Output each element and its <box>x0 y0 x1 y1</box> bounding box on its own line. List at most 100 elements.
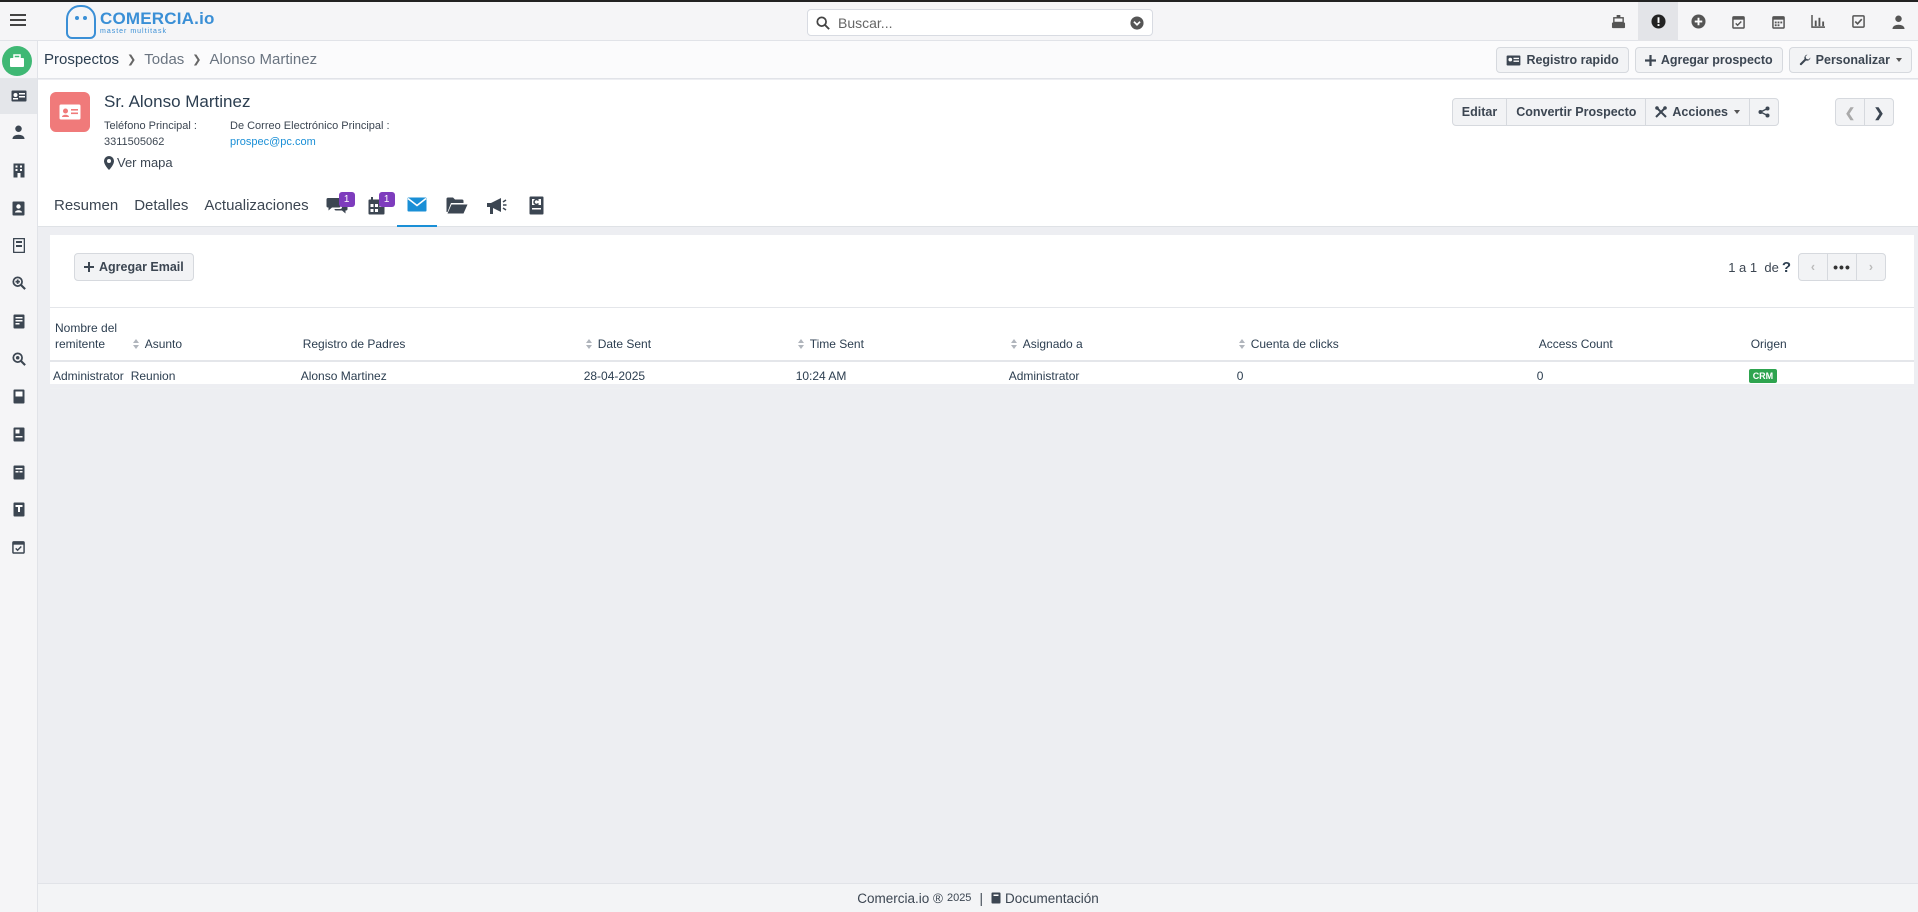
share-button[interactable] <box>1749 98 1779 126</box>
breadcrumb: Prospectos ❯ Todas ❯ Alonso Martinez <box>44 51 317 68</box>
question-icon[interactable]: ? <box>1782 259 1791 276</box>
emails-panel: Agregar Email 1 a 1 de ? ‹ ••• › Nombre … <box>50 235 1914 389</box>
actions-dropdown-button[interactable]: Acciones <box>1645 98 1750 126</box>
breadcrumb-view[interactable]: Todas <box>144 51 184 68</box>
share-icon <box>1758 106 1770 118</box>
sort-icon <box>1238 339 1246 349</box>
column-header-subject[interactable]: Asunto <box>127 318 298 362</box>
rail-orders-icon[interactable] <box>0 454 37 490</box>
search-input[interactable] <box>838 14 1130 31</box>
tab-contacts-book[interactable] <box>517 184 557 227</box>
tab-details[interactable]: Detalles <box>126 184 196 227</box>
cell-time-sent: 10:24 AM <box>792 361 1006 389</box>
origin-badge: CRM <box>1748 369 1778 383</box>
documentation-link[interactable]: Documentación <box>991 891 1099 906</box>
bar-chart-icon[interactable] <box>1798 2 1838 41</box>
quick-create-button[interactable]: Registro rapido <box>1496 47 1629 73</box>
actions-label: Acciones <box>1672 105 1728 119</box>
column-header-click-count[interactable]: Cuenta de clicks <box>1233 318 1534 362</box>
pagination-info: 1 a 1 de <box>1728 259 1779 275</box>
rail-accounts-icon[interactable] <box>0 152 37 188</box>
user-icon[interactable] <box>1878 2 1918 41</box>
rail-receipts-icon[interactable] <box>0 491 37 527</box>
column-header-parent: Registro de Padres <box>297 318 581 362</box>
cash-register-icon[interactable] <box>1598 2 1638 41</box>
table-row[interactable]: Administrator Reunion Alonso Martinez 28… <box>50 361 1914 389</box>
rail-zoom-icon[interactable] <box>0 341 37 377</box>
footer-brand: Comercia.io ® <box>857 890 943 906</box>
id-card-icon <box>1507 54 1521 66</box>
column-assigned-label: Asignado a <box>1022 337 1083 351</box>
tools-icon <box>1655 106 1668 118</box>
rail-address-book-icon[interactable] <box>0 190 37 226</box>
breadcrumb-bar: Prospectos ❯ Todas ❯ Alonso Martinez Reg… <box>38 41 1918 79</box>
cell-parent[interactable]: Alonso Martinez <box>297 361 581 389</box>
column-date-sent-label: Date Sent <box>597 337 652 351</box>
envelope-icon <box>407 197 427 212</box>
contact-book-icon <box>529 196 544 215</box>
tab-summary[interactable]: Resumen <box>38 184 126 227</box>
quick-create-label: Registro rapido <box>1526 53 1619 67</box>
tab-comments[interactable]: 1 <box>317 184 357 227</box>
calendar-check-icon[interactable] <box>1718 2 1758 41</box>
previous-record-button[interactable]: ❮ <box>1835 98 1865 126</box>
record-header: Sr. Alonso Martinez Teléfono Principal :… <box>38 80 1918 227</box>
chevron-left-icon: ❮ <box>1844 105 1856 120</box>
rail-notebook-icon[interactable] <box>0 227 37 263</box>
add-email-button[interactable]: Agregar Email <box>74 253 194 281</box>
add-email-label: Agregar Email <box>99 260 184 274</box>
rail-contacts-icon[interactable] <box>0 114 37 150</box>
tab-campaigns[interactable] <box>477 184 517 227</box>
logo-tagline: master multitask <box>100 27 167 35</box>
module-rail <box>0 41 38 912</box>
view-map-link[interactable]: Ver mapa <box>104 155 173 170</box>
rail-invoice-icon[interactable] <box>0 416 37 452</box>
next-record-button[interactable]: ❯ <box>1864 98 1894 126</box>
divider <box>50 307 1914 308</box>
rail-quotes-icon[interactable] <box>0 303 37 339</box>
rail-search-icon[interactable] <box>0 265 37 301</box>
tab-updates[interactable]: Actualizaciones <box>196 184 316 227</box>
search-icon <box>816 15 830 30</box>
cell-subject[interactable]: Reunion <box>127 361 298 389</box>
sort-icon <box>797 339 805 349</box>
previous-page-button[interactable]: ‹ <box>1798 253 1828 281</box>
rail-calendar-check-icon[interactable] <box>0 529 37 565</box>
menu-icon[interactable] <box>10 11 26 29</box>
view-map-label: Ver mapa <box>117 155 173 170</box>
rail-book-icon[interactable] <box>0 378 37 414</box>
add-prospect-button[interactable]: Agregar prospecto <box>1634 47 1783 73</box>
sort-icon <box>1010 339 1018 349</box>
caret-down-icon <box>1734 110 1740 114</box>
tab-emails[interactable] <box>396 184 437 227</box>
customize-button[interactable]: Personalizar <box>1788 47 1912 73</box>
app-switcher-icon[interactable] <box>2 46 32 76</box>
alert-icon[interactable] <box>1638 2 1678 41</box>
edit-button[interactable]: Editar <box>1451 98 1508 126</box>
next-page-button[interactable]: › <box>1856 253 1886 281</box>
logo-text: COMERCIA.io <box>100 8 215 28</box>
cell-origin: CRM <box>1745 361 1914 389</box>
tab-activities[interactable]: 1 <box>357 184 397 227</box>
more-pages-button[interactable]: ••• <box>1827 253 1857 281</box>
rail-prospects-icon[interactable] <box>0 78 37 114</box>
prospect-record-icon <box>50 92 90 132</box>
column-header-time-sent[interactable]: Time Sent <box>792 318 1006 362</box>
convert-prospect-button[interactable]: Convertir Prospecto <box>1506 98 1647 126</box>
app-logo[interactable]: COMERCIA.io master multitask <box>66 3 215 41</box>
calendar-icon[interactable] <box>1758 2 1798 41</box>
chevron-right-icon: ❯ <box>127 54 137 66</box>
column-header-assigned[interactable]: Asignado a <box>1005 318 1234 362</box>
breadcrumb-module[interactable]: Prospectos <box>44 51 119 68</box>
record-tabs: Resumen Detalles Actualizaciones 1 1 <box>38 184 557 227</box>
customize-label: Personalizar <box>1815 53 1890 67</box>
plus-circle-icon[interactable] <box>1678 2 1718 41</box>
pagination: 1 a 1 de ? ‹ ••• › <box>1728 253 1886 281</box>
chevron-down-circle-icon[interactable] <box>1130 15 1144 30</box>
tab-documents[interactable] <box>437 184 477 227</box>
email-link[interactable]: prospec@pc.com <box>230 136 316 148</box>
check-square-icon[interactable] <box>1838 2 1878 41</box>
column-header-date-sent[interactable]: Date Sent <box>580 318 793 362</box>
column-time-sent-label: Time Sent <box>809 337 864 351</box>
documentation-label: Documentación <box>1004 890 1099 906</box>
